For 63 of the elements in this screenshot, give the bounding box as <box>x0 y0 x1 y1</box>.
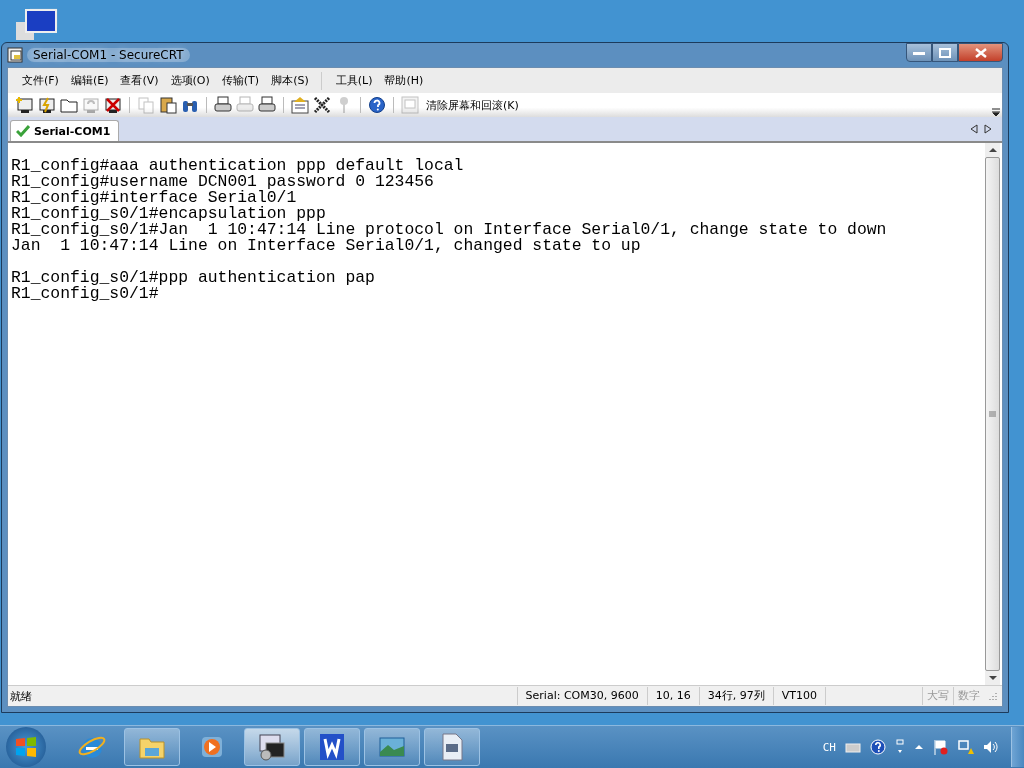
menu-item[interactable]: 工具(L) <box>329 73 379 88</box>
w-letter-icon <box>317 732 347 762</box>
menu-item[interactable]: 传输(T) <box>215 73 266 88</box>
toolbar-overflow-icon[interactable] <box>992 107 1000 117</box>
tab-scroll-left-icon[interactable] <box>970 124 978 134</box>
monitor-plus-icon[interactable] <box>16 96 34 114</box>
grip-icon <box>989 411 996 417</box>
scroll-up-icon[interactable] <box>988 147 997 153</box>
session-tab[interactable]: Serial-COM1 <box>10 120 120 141</box>
status-field: 34行, 97列 <box>698 687 773 705</box>
status-field: Serial: COM30, 9600 <box>516 687 647 705</box>
status-indicator: 数字 <box>953 687 984 705</box>
terminal-line: R1_config_s0/1#Jan 1 10:47:14 Line protocol on Interface Serial0/1, change state to down <box>11 222 888 238</box>
minimize-button[interactable] <box>906 43 932 62</box>
show-hidden-icons-icon[interactable] <box>914 744 924 750</box>
disconnect-icon[interactable] <box>104 96 122 114</box>
terminal-line: R1_config_s0/1#encapsulation ppp <box>11 206 326 222</box>
printer-icon[interactable] <box>214 96 232 114</box>
terminal-line: R1_config_s0/1# <box>11 286 159 302</box>
terminal-line: R1_config#username DCN001 password 0 123456 <box>11 174 435 190</box>
lightning-monitor-icon[interactable] <box>38 96 56 114</box>
resize-grip-icon[interactable] <box>988 691 998 701</box>
folder-icon[interactable] <box>60 96 78 114</box>
paste-icon[interactable] <box>159 96 177 114</box>
menu-item[interactable]: 查看(V) <box>114 73 165 88</box>
computer-icon[interactable] <box>16 8 58 40</box>
keymap-icon[interactable] <box>313 96 331 114</box>
help-icon[interactable] <box>368 96 386 114</box>
menu-item[interactable]: 选项(O) <box>164 73 216 88</box>
terminal-icon <box>257 732 287 762</box>
app-icon <box>7 47 23 63</box>
menu-item[interactable]: 文件(F) <box>16 73 65 88</box>
keyboard-icon[interactable] <box>845 741 861 753</box>
writer-taskbar-button[interactable] <box>304 728 360 766</box>
network-warning-icon[interactable] <box>958 739 974 755</box>
tab-scroll-right-icon[interactable] <box>984 124 992 134</box>
language-indicator[interactable]: CH <box>822 740 836 754</box>
terminal-line: R1_config#interface Serial0/1 <box>11 190 297 206</box>
status-field: VT100 <box>772 687 825 705</box>
maximize-icon <box>939 47 951 58</box>
start-button[interactable] <box>6 727 46 767</box>
menu-item[interactable]: 脚本(S) <box>265 73 315 88</box>
terminal-line: Jan 1 10:47:14 Line on Interface Serial0/1, changed state to up <box>11 238 641 254</box>
status-message: 就绪 <box>9 688 33 704</box>
close-icon <box>974 47 987 58</box>
close-button[interactable] <box>958 43 1003 62</box>
volume-icon[interactable] <box>983 740 999 754</box>
folder-taskbar-button[interactable] <box>124 728 180 766</box>
terminal-taskbar-button[interactable] <box>244 728 300 766</box>
menu-item[interactable]: 编辑(E) <box>64 73 115 88</box>
document-taskbar-button[interactable] <box>424 728 480 766</box>
status-field: 10, 16 <box>646 687 699 705</box>
terminal-line: R1_config#aaa authentication ppp default local <box>11 158 465 174</box>
printer-icon[interactable] <box>258 96 276 114</box>
terminal-line: R1_config_s0/1#ppp authentication pap <box>11 270 376 286</box>
flag-icon[interactable] <box>933 739 949 755</box>
status-indicator: 大写 <box>922 687 953 705</box>
scroll-down-icon[interactable] <box>988 675 997 681</box>
restore-bar-icon[interactable] <box>895 739 905 755</box>
maximize-button[interactable] <box>932 43 958 62</box>
menu-item[interactable]: 帮助(H) <box>378 73 430 88</box>
windows-logo-icon <box>14 735 38 759</box>
clear-screen-label[interactable]: 清除屏幕和回滚(K) <box>426 97 519 113</box>
